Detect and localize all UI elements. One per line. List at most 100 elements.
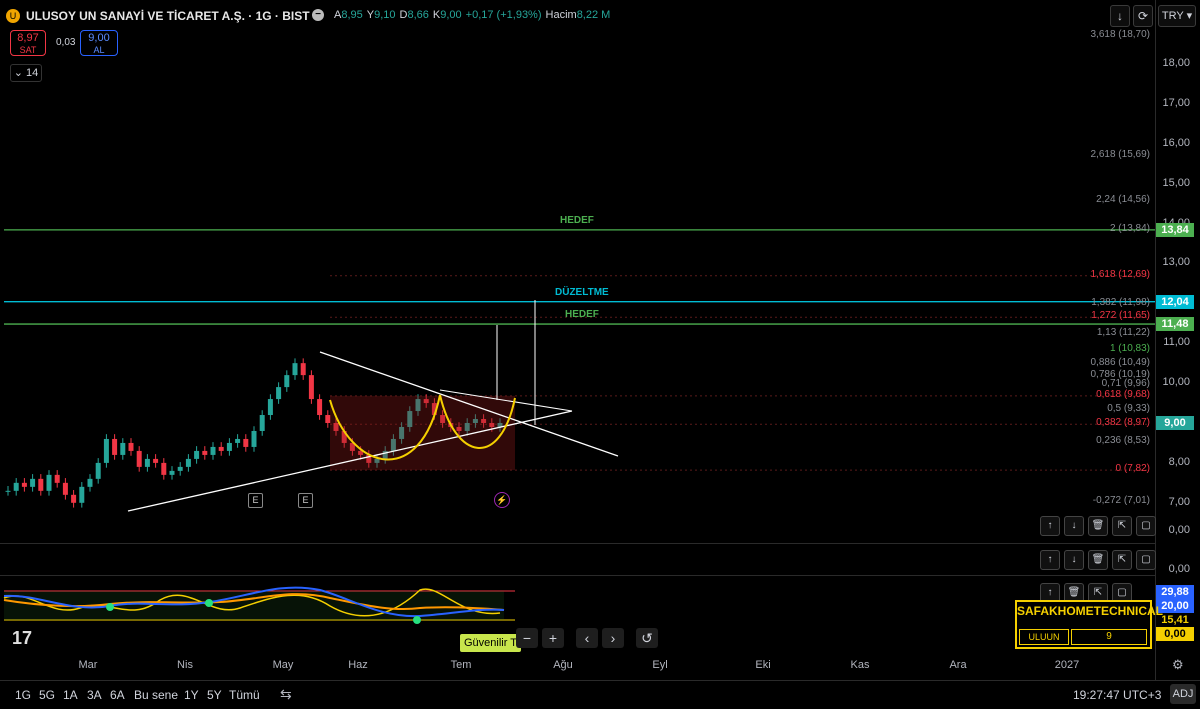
candle-body	[38, 478, 44, 491]
timeframe-button[interactable]: 6A	[110, 688, 125, 702]
candle-body	[243, 438, 249, 447]
earnings-marker[interactable]: E	[298, 493, 313, 508]
earnings-marker[interactable]: E	[248, 493, 263, 508]
trash-icon[interactable]: 🗑	[1088, 550, 1108, 570]
candle-body	[226, 442, 232, 451]
time-axis-label: Kas	[850, 659, 870, 671]
fib-level-label: 0 (7,82)	[1115, 463, 1150, 475]
candle-body	[30, 478, 36, 487]
price-tick: 13,00	[1162, 256, 1190, 269]
fib-level-label: 0,382 (8,97)	[1096, 417, 1150, 429]
pane-divider[interactable]	[0, 543, 1155, 544]
scroll-right-button[interactable]: ›	[602, 628, 624, 648]
fib-level-label: 1,618 (12,69)	[1090, 268, 1151, 280]
zoom-in-button[interactable]: +	[542, 628, 564, 648]
timeframe-button[interactable]: 1Y	[184, 688, 199, 702]
candle-body	[21, 482, 27, 487]
fib-level-label: 0,618 (9,68)	[1096, 388, 1150, 400]
reset-icon[interactable]: ▢	[1136, 516, 1156, 536]
fib-level-label: 1,382 (11,98)	[1091, 297, 1150, 309]
timeframe-button[interactable]: 1A	[63, 688, 78, 702]
fib-level-label: 0,886 (10,49)	[1090, 356, 1151, 368]
signal-dot	[205, 599, 213, 607]
candle-body	[54, 474, 60, 483]
fib-level-label: 2,24 (14,56)	[1096, 194, 1150, 206]
time-axis-label: Nis	[177, 659, 193, 671]
price-badge: 13,84	[1156, 222, 1194, 237]
candle-body	[79, 486, 85, 503]
candle-body	[87, 478, 93, 487]
settings-gear-icon[interactable]: ⚙	[1172, 657, 1184, 673]
fib-level-label: 0,71 (9,96)	[1101, 377, 1150, 389]
time-axis-label: Tem	[450, 659, 472, 671]
time-axis-label: Ağu	[553, 659, 573, 671]
safak-key: ULUUN	[1019, 629, 1069, 645]
candle-body	[185, 458, 191, 467]
time-axis-label: Eyl	[652, 659, 668, 671]
fib-level-label: 0,236 (8,53)	[1096, 434, 1150, 446]
candle-body	[210, 446, 216, 455]
arrow-down-icon[interactable]: ↓	[1064, 550, 1084, 570]
fib-level-label: 1,272 (11,65)	[1091, 310, 1150, 322]
price-tick: 11,00	[1163, 336, 1190, 349]
timeframe-button[interactable]: Tümü	[229, 688, 260, 702]
candle-body	[194, 450, 200, 459]
candle-body	[317, 399, 323, 416]
pane-axis-label: 0,00	[1168, 563, 1190, 575]
reset-icon[interactable]: ▢	[1136, 550, 1156, 570]
arrow-up-icon[interactable]: ↑	[1040, 550, 1060, 570]
zoom-out-button[interactable]: −	[516, 628, 538, 648]
price-tick: 15,00	[1162, 176, 1190, 189]
candle-body	[46, 474, 52, 491]
candle-body	[267, 399, 273, 416]
candle-body	[235, 438, 241, 443]
indicator-value-badge: 0,00	[1156, 627, 1194, 641]
goto-date-icon[interactable]: ⇆	[280, 686, 292, 703]
candle-body	[259, 415, 265, 431]
candle-body	[136, 450, 142, 467]
pane-divider[interactable]	[0, 575, 1155, 576]
fib-level-label: -0,272 (7,01)	[1092, 495, 1150, 507]
timeframe-button[interactable]: 5Y	[207, 688, 222, 702]
candle-body	[169, 470, 175, 475]
candle-body	[202, 450, 208, 455]
candle-body	[13, 482, 19, 491]
time-axis-label: May	[272, 659, 294, 671]
bottom-toolbar: 1G 5G 1A 3A 6A Bu sene 1Y 5Y Tümü ⇆ 19:27:47 UTC…	[0, 680, 1200, 709]
hedef-low-label: HEDEF	[565, 309, 599, 320]
timeframe-button[interactable]: 3A	[87, 688, 102, 702]
candle-body	[144, 458, 150, 467]
timeframe-button[interactable]: 1G	[15, 688, 31, 702]
price-tick: 10,00	[1162, 376, 1190, 389]
tradingview-logo[interactable]: 17	[12, 628, 32, 649]
clock-display[interactable]: 19:27:47 UTC+3	[1073, 688, 1161, 702]
price-tick: 17,00	[1162, 96, 1190, 109]
candle-body	[5, 490, 11, 492]
timeframe-button[interactable]: 5G	[39, 688, 55, 702]
candle-body	[325, 415, 331, 423]
duzeltme-label: DÜZELTME	[555, 287, 609, 298]
fib-level-label: 1,13 (11,22)	[1096, 327, 1150, 339]
reset-chart-button[interactable]: ↺	[636, 628, 658, 648]
hedef-top-label: HEDEF	[560, 215, 594, 226]
indicator-value-badge: 29,88	[1156, 585, 1194, 599]
scroll-left-button[interactable]: ‹	[576, 628, 598, 648]
time-axis-label: 2027	[1054, 659, 1080, 671]
candle-body	[251, 430, 257, 447]
signal-dot	[106, 603, 114, 611]
timeframe-button[interactable]: Bu sene	[134, 688, 178, 702]
collapse-icon[interactable]: ⇱	[1112, 550, 1132, 570]
price-tick: 16,00	[1162, 136, 1190, 149]
adj-toggle[interactable]: ADJ	[1170, 684, 1196, 704]
time-axis-label: Ara	[949, 659, 967, 671]
candle-body	[161, 462, 167, 475]
candle-body	[292, 363, 298, 376]
collapse-icon[interactable]: ⇱	[1112, 516, 1132, 536]
indicator-pane[interactable]	[0, 578, 520, 632]
arrow-up-icon[interactable]: ↑	[1040, 516, 1060, 536]
arrow-down-icon[interactable]: ↓	[1064, 516, 1084, 536]
price-badge: 11,48	[1156, 317, 1194, 332]
fib-level-label: 1 (10,83)	[1109, 342, 1150, 354]
trash-icon[interactable]: 🗑	[1088, 516, 1108, 536]
dividend-icon[interactable]: ⚡	[494, 492, 510, 508]
